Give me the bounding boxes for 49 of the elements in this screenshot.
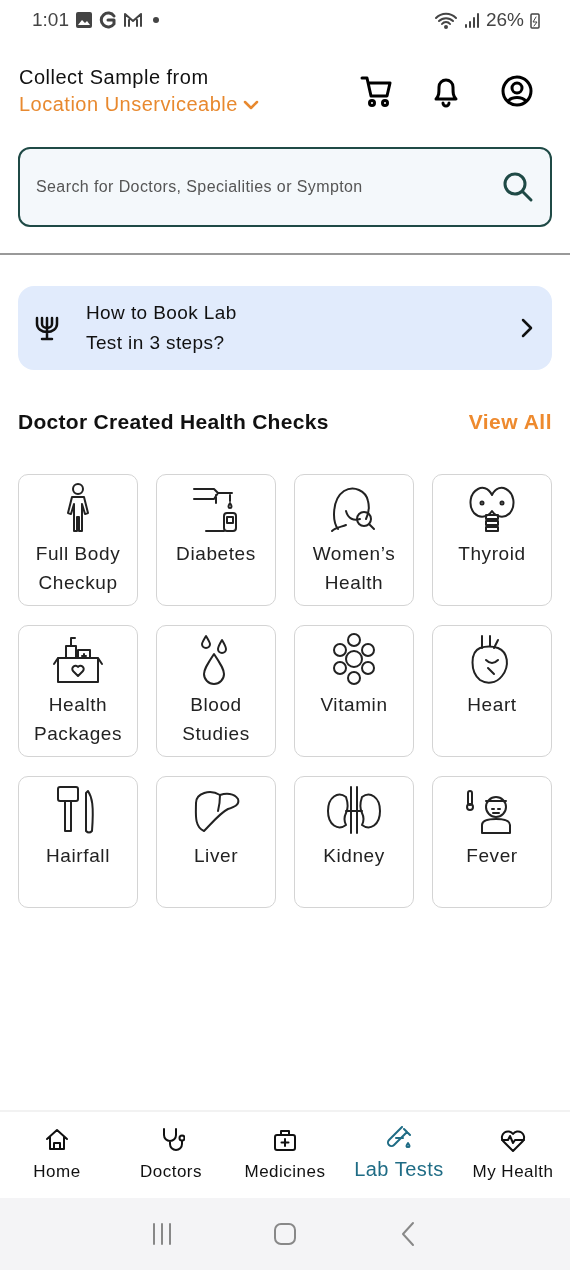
kidneys-icon (324, 783, 384, 837)
health-check-card[interactable]: Vitamin (294, 625, 414, 757)
cart-icon (360, 74, 392, 108)
image-icon (75, 11, 93, 29)
health-check-label: Thyroid (458, 542, 526, 566)
health-check-label: Heart (467, 693, 517, 717)
section-title: Doctor Created Health Checks (18, 410, 329, 434)
mail-icon (123, 12, 143, 28)
wifi-icon (433, 11, 458, 29)
health-check-label: Diabetes (176, 542, 256, 566)
health-check-label: Women’s Health (311, 542, 397, 595)
battery-percent: 26% (485, 9, 524, 31)
nav-tab[interactable]: Doctors (114, 1112, 228, 1198)
search-icon (502, 171, 534, 203)
banner-text: How to Book Lab Test in 3 steps? (86, 301, 238, 355)
status-time: 1:01 (32, 9, 69, 31)
collect-sample-label: Collect Sample from (19, 66, 210, 89)
health-check-card[interactable]: Blood Studies (156, 625, 276, 757)
health-check-card[interactable]: Kidney (294, 776, 414, 908)
health-check-label: Fever (466, 844, 518, 868)
health-check-card[interactable]: Heart (432, 625, 552, 757)
health-check-card[interactable]: Health Packages (18, 625, 138, 757)
health-check-card[interactable]: Diabetes (156, 474, 276, 606)
search-field[interactable]: Search for Doctors, Specialities or Sympton (18, 147, 552, 227)
health-check-card[interactable]: Fever (432, 776, 552, 908)
g-letter-icon (99, 11, 117, 29)
health-check-card[interactable]: Liver (156, 776, 276, 908)
health-check-card[interactable]: Women’s Health (294, 474, 414, 606)
nav-tab[interactable]: Lab Tests (342, 1112, 456, 1198)
health-check-label: Vitamin (320, 693, 388, 717)
profile-icon (500, 74, 534, 108)
menorah-icon (34, 314, 60, 342)
health-check-card[interactable]: Thyroid (432, 474, 552, 606)
health-check-label: Hairfall (46, 844, 110, 868)
signal-icon (463, 11, 480, 29)
health-check-card[interactable]: Hairfall (18, 776, 138, 908)
health-check-label: Health Packages (32, 693, 124, 746)
chevron-right-icon (520, 317, 534, 339)
battery-icon (530, 11, 540, 29)
health-check-label: Liver (193, 844, 239, 868)
nav-tab[interactable]: Home (0, 1112, 114, 1198)
health-check-card[interactable]: Full Body Checkup (18, 474, 138, 606)
health-check-label: Full Body Checkup (34, 542, 122, 595)
health-check-label: Kidney (323, 844, 385, 868)
nav-tab[interactable]: My Health (456, 1112, 570, 1198)
home-button-icon (272, 1221, 298, 1247)
health-check-label: Blood Studies (181, 693, 251, 746)
how-to-book-banner[interactable]: How to Book Lab Test in 3 steps? (18, 286, 552, 370)
nav-tab[interactable]: Medicines (228, 1112, 342, 1198)
